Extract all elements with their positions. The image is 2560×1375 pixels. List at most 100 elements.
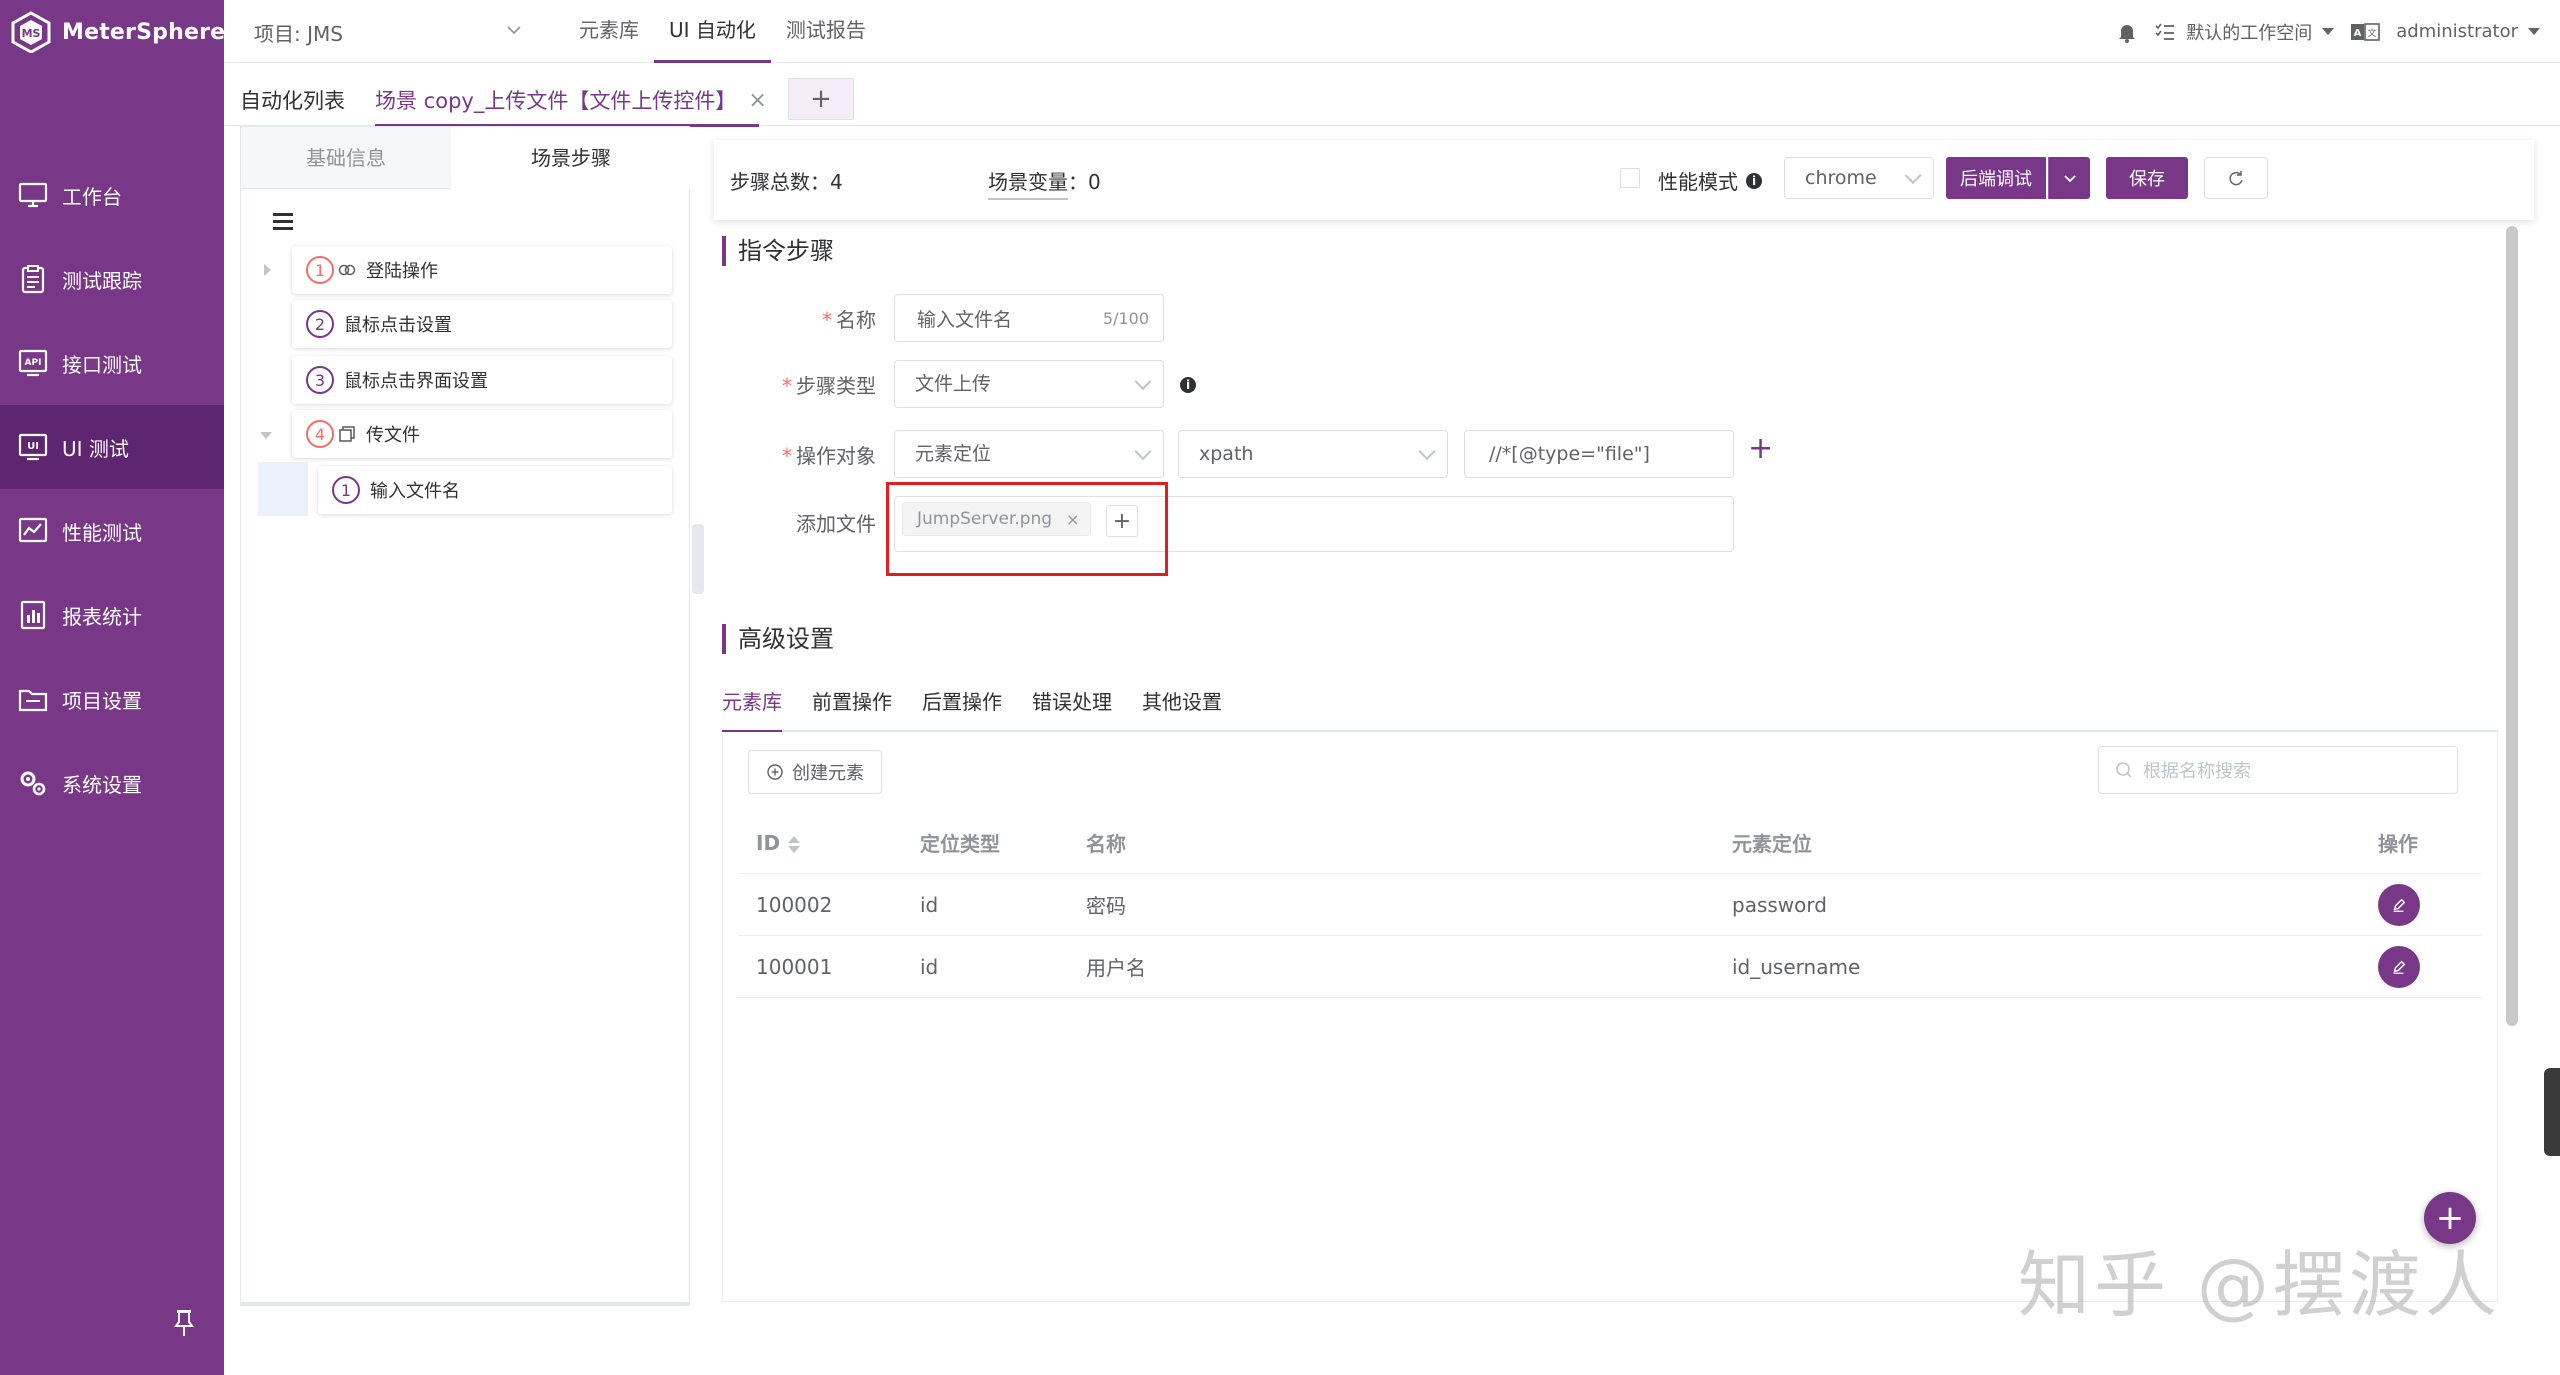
save-button[interactable]: 保存 xyxy=(2106,157,2188,199)
pin-icon[interactable] xyxy=(172,1308,196,1338)
caret-down-icon xyxy=(2528,28,2540,35)
tree-node-label: 鼠标点击设置 xyxy=(344,315,452,336)
tab-pre-operation[interactable]: 前置操作 xyxy=(812,682,892,730)
sidebar-item-workbench[interactable]: 工作台 xyxy=(0,153,224,237)
tab-automation-list[interactable]: 自动化列表 xyxy=(240,85,345,115)
top-menu-element-library[interactable]: 元素库 xyxy=(564,0,654,63)
panel-collapse-handle[interactable] xyxy=(692,524,704,594)
add-tab-button[interactable]: + xyxy=(788,78,854,120)
search-input[interactable]: 根据名称搜索 xyxy=(2098,746,2458,794)
cell-name: 用户名 xyxy=(1086,956,1146,980)
steps-total: 步骤总数：4 xyxy=(730,170,843,194)
tree-node-label: 登陆操作 xyxy=(366,261,438,282)
step-number: 1 xyxy=(332,476,360,504)
clipboard-icon xyxy=(16,262,50,296)
chevron-down-icon[interactable] xyxy=(506,22,522,38)
tree-node-upload-file[interactable]: 4 传文件 xyxy=(292,410,672,458)
hamburger-menu-icon[interactable] xyxy=(273,213,293,234)
report-icon xyxy=(16,598,50,632)
translate-icon[interactable]: A文 xyxy=(2350,21,2381,43)
annotation-highlight-box xyxy=(886,482,1168,576)
step-type-value: 文件上传 xyxy=(915,373,992,395)
table-header: ID 定位类型 名称 元素定位 操作 xyxy=(738,812,2482,874)
target-label: * 操作对象 xyxy=(782,444,876,468)
browser-select[interactable]: chrome xyxy=(1784,157,1934,199)
tab-error-handling[interactable]: 错误处理 xyxy=(1032,682,1112,730)
svg-text:文: 文 xyxy=(2368,27,2377,39)
sidebar-item-project-settings[interactable]: 项目设置 xyxy=(0,657,224,741)
chevron-down-icon xyxy=(1418,443,1436,461)
column-header-locate-type: 定位类型 xyxy=(920,832,1000,856)
create-element-button[interactable]: 创建元素 xyxy=(748,750,882,794)
collapse-arrow-icon[interactable] xyxy=(260,432,272,439)
tab-post-operation[interactable]: 后置操作 xyxy=(922,682,1002,730)
tree-node-login[interactable]: 1 登陆操作 xyxy=(292,246,672,294)
top-menu-test-report[interactable]: 测试报告 xyxy=(771,0,881,63)
tab-element-library[interactable]: 元素库 xyxy=(722,682,782,732)
info-icon[interactable]: i xyxy=(1746,172,1762,189)
cell-locator: password xyxy=(1732,892,1827,917)
bell-icon[interactable] xyxy=(2116,21,2138,43)
project-selector[interactable]: 项目: JMS xyxy=(254,18,343,47)
gear-icon xyxy=(16,766,50,800)
edit-icon xyxy=(2393,960,2406,974)
vertical-scrollbar[interactable] xyxy=(2506,226,2518,1026)
workspace-selector[interactable]: 默认的工作空间 xyxy=(2154,19,2335,45)
cell-type: id xyxy=(920,954,939,979)
table-row[interactable]: 100002 id 密码 password xyxy=(738,874,2482,936)
add-locator-button[interactable]: + xyxy=(1748,434,1773,464)
svg-text:MS: MS xyxy=(22,27,41,40)
column-header-id[interactable]: ID xyxy=(756,831,801,855)
watermark: 知乎 @摆渡人 xyxy=(2018,1243,2501,1327)
refresh-button[interactable] xyxy=(2204,157,2268,199)
column-header-name: 名称 xyxy=(1086,832,1126,856)
name-counter: 5/100 xyxy=(1102,308,1149,328)
table-row[interactable]: 100001 id 用户名 id_username xyxy=(738,936,2482,998)
sidebar-item-label: UI 测试 xyxy=(62,436,129,461)
tree-node-mouse-click[interactable]: 2 鼠标点击设置 xyxy=(292,300,672,348)
tab-other-settings[interactable]: 其他设置 xyxy=(1142,682,1222,730)
tree-node-mouse-click-page[interactable]: 3 鼠标点击界面设置 xyxy=(292,356,672,404)
scene-variables: 场景变量：0 xyxy=(988,166,1101,200)
debug-button[interactable]: 后端调试 xyxy=(1946,157,2046,199)
link-group-icon xyxy=(338,264,356,276)
step-number: 4 xyxy=(306,420,334,448)
sidebar-item-api-test[interactable]: API 接口测试 xyxy=(0,321,224,405)
column-header-locator: 元素定位 xyxy=(1732,832,1812,856)
tree-node-label: 传文件 xyxy=(366,425,420,446)
edge-widget[interactable] xyxy=(2544,1068,2560,1156)
edit-icon xyxy=(2393,898,2406,912)
edit-button[interactable] xyxy=(2378,883,2420,926)
info-icon[interactable]: i xyxy=(1180,377,1196,393)
close-icon[interactable]: × xyxy=(748,88,766,113)
target-select[interactable]: 元素定位 xyxy=(894,430,1164,478)
left-panel-bottom xyxy=(240,1302,690,1306)
sidebar-item-ui-test[interactable]: UI UI 测试 xyxy=(0,405,224,489)
tab-scenario[interactable]: 场景 copy_上传文件【文件上传控件】 × xyxy=(375,85,767,115)
expand-arrow-icon[interactable] xyxy=(264,264,271,276)
sidebar-item-test-track[interactable]: 测试跟踪 xyxy=(0,237,224,321)
step-type-select[interactable]: 文件上传 xyxy=(894,360,1164,408)
sidebar-item-system-settings[interactable]: 系统设置 xyxy=(0,741,224,825)
tab-basic-info[interactable]: 基础信息 xyxy=(241,127,451,189)
sidebar-item-report[interactable]: 报表统计 xyxy=(0,573,224,657)
top-menu-ui-automation[interactable]: UI 自动化 xyxy=(654,0,771,63)
tab-scenario-steps[interactable]: 场景步骤 xyxy=(451,127,691,189)
performance-mode-checkbox[interactable] xyxy=(1620,168,1640,188)
brand[interactable]: MS MeterSphere xyxy=(10,11,225,53)
locator-type-select[interactable]: xpath xyxy=(1178,430,1448,478)
locator-input[interactable]: //*[@type="file"] xyxy=(1464,430,1734,478)
scene-variables-link[interactable]: 场景变量 xyxy=(988,170,1068,200)
name-input[interactable]: 输入文件名 5/100 xyxy=(894,294,1164,342)
edit-button[interactable] xyxy=(2378,945,2420,988)
debug-dropdown-button[interactable] xyxy=(2048,157,2090,199)
section-advanced: 高级设置 xyxy=(722,624,834,654)
user-menu[interactable]: administrator xyxy=(2396,21,2540,42)
browser-value: chrome xyxy=(1805,167,1877,189)
tree-node-label: 输入文件名 xyxy=(370,481,460,502)
tree-node-input-filename[interactable]: 1 输入文件名 xyxy=(318,466,672,514)
locator-type-value: xpath xyxy=(1199,443,1254,465)
sidebar-nav: 工作台 测试跟踪 API 接口测试 UI UI 测试 性能测试 报表统计 项目设… xyxy=(0,153,224,825)
sidebar-item-performance-test[interactable]: 性能测试 xyxy=(0,489,224,573)
sidebar-item-label: 工作台 xyxy=(62,184,122,209)
